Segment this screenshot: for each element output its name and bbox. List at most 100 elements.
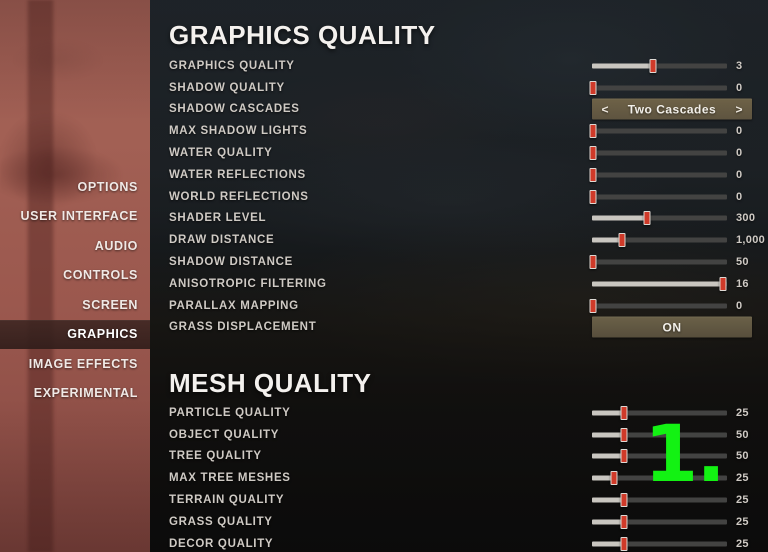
settings-content: GRAPHICS QUALITY GRAPHICS QUALITY 3 SHADOW …	[150, 0, 768, 552]
settings-row: SHADOW QUALITY 0	[150, 77, 768, 99]
sidebar-item-options[interactable]: OPTIONS	[0, 172, 150, 202]
toggle-grass-displacement[interactable]: ON	[592, 316, 752, 338]
setting-label: MAX TREE MESHES	[169, 472, 291, 485]
slider-parallax-mapping[interactable]	[589, 298, 727, 313]
slider-graphics-quality[interactable]	[592, 58, 727, 73]
slider-handle[interactable]	[643, 211, 651, 226]
slider-handle[interactable]	[610, 471, 618, 486]
chevron-left-icon[interactable]: <	[594, 99, 616, 120]
slider-shader-level[interactable]	[592, 211, 727, 226]
sidebar-item-controls[interactable]: CONTROLS	[0, 261, 150, 291]
slider-object-quality[interactable]	[592, 427, 727, 442]
setting-value: 0	[736, 190, 743, 203]
settings-row: ANISOTROPIC FILTERING 16	[150, 273, 768, 295]
settings-row: GRAPHICS QUALITY 3	[150, 55, 768, 77]
settings-row: PARTICLE QUALITY 25	[150, 402, 768, 424]
slider-grass-quality[interactable]	[592, 514, 727, 529]
slider-track	[592, 303, 727, 309]
setting-value: 25	[736, 537, 749, 550]
sidebar-item-label: IMAGE EFFECTS	[28, 356, 138, 371]
slider-particle-quality[interactable]	[592, 405, 727, 420]
setting-value: 300	[736, 212, 756, 225]
slider-anisotropic-filtering[interactable]	[592, 276, 727, 291]
sidebar-item-image-effects[interactable]: IMAGE EFFECTS	[0, 349, 150, 379]
slider-water-reflections[interactable]	[589, 167, 727, 182]
slider-handle[interactable]	[589, 189, 597, 204]
slider-fill	[592, 215, 648, 221]
slider-track	[592, 172, 727, 178]
setting-label: SHADOW DISTANCE	[169, 256, 294, 269]
slider-handle[interactable]	[620, 405, 628, 420]
setting-label: SHADOW QUALITY	[169, 81, 285, 94]
settings-row: DECOR QUALITY 25	[150, 533, 768, 552]
slider-handle[interactable]	[589, 167, 597, 182]
sidebar-menu: OPTIONS USER INTERFACE AUDIO CONTROLS SCREEN…	[0, 172, 150, 408]
slider-fill	[592, 541, 625, 547]
slider-handle[interactable]	[620, 493, 628, 508]
slider-tree-quality[interactable]	[592, 449, 727, 464]
sidebar-item-label: CONTROLS	[63, 268, 138, 283]
settings-row: TREE QUALITY 50	[150, 446, 768, 468]
sidebar-item-audio[interactable]: AUDIO	[0, 231, 150, 261]
setting-value: 25	[736, 406, 749, 419]
setting-value: 0	[736, 168, 743, 181]
setting-value: 1,000	[736, 234, 766, 247]
setting-label: GRASS QUALITY	[169, 515, 273, 528]
sidebar-item-graphics[interactable]: GRAPHICS	[0, 319, 150, 349]
slider-world-reflections[interactable]	[589, 189, 727, 204]
setting-label: DRAW DISTANCE	[169, 234, 275, 247]
slider-shadow-distance[interactable]	[589, 255, 727, 270]
setting-value: 0	[736, 299, 743, 312]
slider-handle[interactable]	[589, 146, 597, 161]
setting-value: 50	[736, 428, 749, 441]
settings-row-group: PARTICLE QUALITY 25 OBJECT QUALITY 50 TREE Q…	[150, 402, 768, 552]
slider-handle[interactable]	[620, 427, 628, 442]
slider-water-quality[interactable]	[589, 146, 727, 161]
sidebar-item-user-interface[interactable]: USER INTERFACE	[0, 202, 150, 232]
setting-label: OBJECT QUALITY	[169, 428, 280, 441]
setting-value: 16	[736, 277, 749, 290]
sidebar-item-experimental[interactable]: EXPERIMENTAL	[0, 379, 150, 409]
setting-value: 50	[736, 256, 749, 269]
slider-draw-distance[interactable]	[592, 233, 727, 248]
settings-screen: OPTIONS USER INTERFACE AUDIO CONTROLS SCREEN…	[0, 0, 768, 552]
slider-terrain-quality[interactable]	[592, 493, 727, 508]
slider-handle[interactable]	[620, 536, 628, 551]
slider-max-shadow-lights[interactable]	[589, 124, 727, 139]
slider-handle[interactable]	[649, 58, 657, 73]
settings-row: WORLD REFLECTIONS 0	[150, 186, 768, 208]
settings-row: MAX SHADOW LIGHTS 0	[150, 120, 768, 142]
setting-value: 25	[736, 515, 749, 528]
slider-max-tree-meshes[interactable]	[592, 471, 727, 486]
settings-row: SHADOW DISTANCE 50	[150, 251, 768, 273]
slider-handle[interactable]	[589, 124, 597, 139]
spinner-shadow-cascades[interactable]: < Two Cascades >	[592, 98, 752, 120]
setting-label: ANISOTROPIC FILTERING	[169, 277, 327, 290]
slider-fill	[592, 453, 625, 459]
slider-track	[592, 85, 727, 91]
setting-value: 0	[736, 81, 743, 94]
sidebar-item-screen[interactable]: SCREEN	[0, 290, 150, 320]
slider-handle[interactable]	[618, 233, 626, 248]
setting-value: 3	[736, 59, 743, 72]
setting-label: SHADOW CASCADES	[169, 103, 300, 116]
slider-handle[interactable]	[620, 449, 628, 464]
slider-handle[interactable]	[589, 298, 597, 313]
setting-value: 50	[736, 450, 749, 463]
slider-handle[interactable]	[620, 514, 628, 529]
settings-row-group: GRAPHICS QUALITY 3 SHADOW QUALITY 0 SHADOW C…	[150, 55, 768, 338]
setting-label: SHADER LEVEL	[169, 212, 267, 225]
setting-label: PARTICLE QUALITY	[169, 406, 291, 419]
setting-label: WATER REFLECTIONS	[169, 168, 306, 181]
slider-decor-quality[interactable]	[592, 536, 727, 551]
slider-handle[interactable]	[589, 255, 597, 270]
setting-label: DECOR QUALITY	[169, 537, 274, 550]
slider-shadow-quality[interactable]	[589, 80, 727, 95]
chevron-right-icon[interactable]: >	[728, 99, 750, 120]
slider-handle[interactable]	[589, 80, 597, 95]
section-title-mesh-quality: MESH QUALITY	[169, 368, 372, 398]
setting-value: 25	[736, 472, 749, 485]
settings-row: PARALLAX MAPPING 0	[150, 295, 768, 317]
settings-row: WATER QUALITY 0	[150, 142, 768, 164]
slider-handle[interactable]	[719, 276, 727, 291]
